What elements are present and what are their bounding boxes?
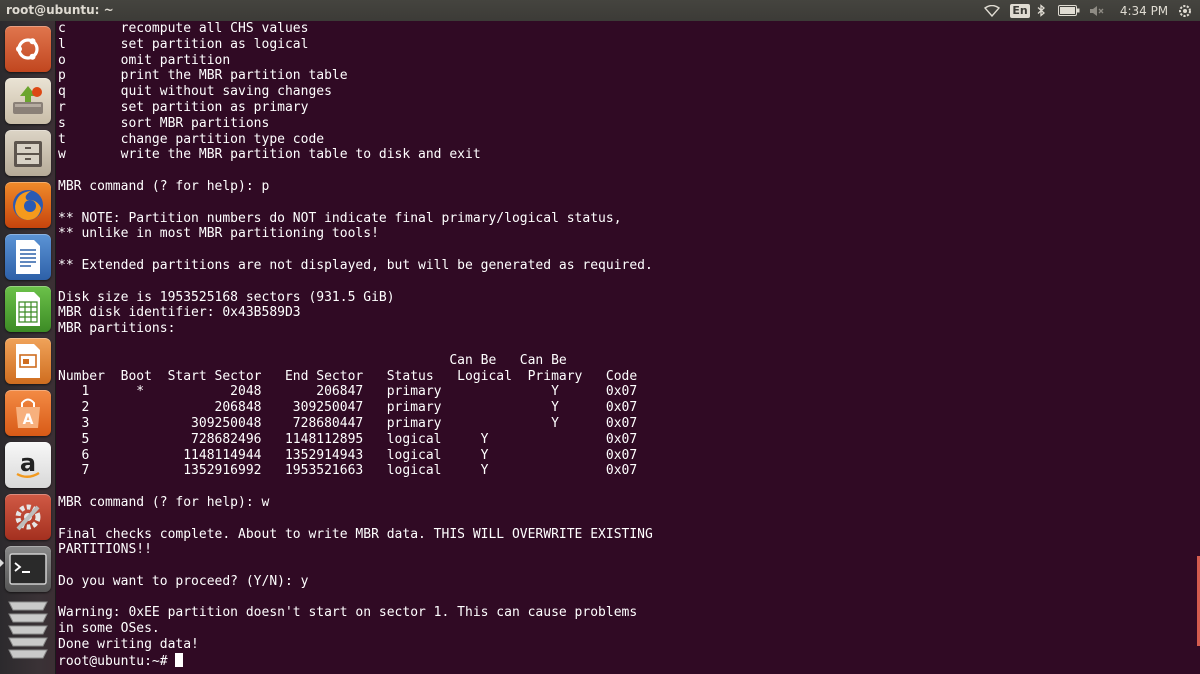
running-indicator [0, 559, 4, 567]
terminal-line: Final checks complete. About to write MB… [58, 526, 653, 542]
terminal-line: c recompute all CHS values [58, 21, 309, 36]
files-button[interactable] [5, 130, 51, 176]
workspace-switcher-button[interactable] [5, 598, 51, 660]
ubuntu-logo-icon [16, 38, 39, 60]
amazon-icon: a [16, 449, 40, 478]
top-panel: root@ubuntu: ~ En 4:34 PM [0, 0, 1200, 21]
terminal-line: t change partition type code [58, 131, 325, 147]
terminal-line: p print the MBR partition table [58, 68, 348, 84]
shopping-bag-icon: A [16, 398, 40, 428]
terminal-line: Do you want to proceed? (Y/N): y [58, 573, 309, 589]
terminal-line: in some OSes. [58, 621, 160, 637]
terminal-line: ** Extended partitions are not displayed… [58, 257, 653, 273]
terminal-prompt-line[interactable]: root@ubuntu:~# [58, 652, 1200, 669]
impress-presentation-icon [16, 344, 40, 378]
terminal-button[interactable] [5, 546, 51, 592]
window-title: root@ubuntu: ~ [6, 3, 114, 17]
terminal-line: ** unlike in most MBR partitioning tools… [58, 226, 379, 242]
terminal-line: w write the MBR partition table to disk … [58, 147, 481, 163]
terminal-line: Disk size is 1953525168 sectors (931.5 G… [58, 289, 395, 305]
terminal-line: Warning: 0xEE partition doesn't start on… [58, 605, 638, 621]
libreoffice-calc-button[interactable] [5, 286, 51, 332]
svg-text:a: a [20, 449, 36, 477]
shell-prompt: root@ubuntu:~# [58, 653, 176, 669]
clock[interactable]: 4:34 PM [1116, 0, 1172, 21]
terminal-line: 5 728682496 1148112895 logical Y 0x07 [58, 431, 638, 447]
terminal-line: 6 1148114944 1352914943 logical Y 0x07 [58, 447, 638, 463]
battery-icon[interactable] [1057, 0, 1081, 21]
libreoffice-writer-button[interactable] [5, 234, 51, 280]
terminal-line: PARTITIONS!! [58, 542, 152, 558]
terminal-line: MBR command (? for help): w [58, 494, 270, 510]
terminal-line: l set partition as logical [58, 36, 309, 52]
file-cabinet-icon [14, 141, 42, 167]
power-gear-icon[interactable] [1176, 0, 1194, 21]
terminal-line: Can Be Can Be [58, 352, 567, 368]
amazon-button[interactable]: a [5, 442, 51, 488]
bluetooth-icon[interactable] [1034, 0, 1048, 21]
terminal-line: 1 * 2048 206847 primary Y 0x07 [58, 384, 638, 400]
keyboard-layout-icon[interactable]: En [1010, 0, 1030, 21]
text-cursor [175, 652, 184, 667]
firefox-icon [13, 190, 43, 220]
wifi-icon[interactable] [982, 0, 1002, 21]
volume-muted-icon[interactable] [1088, 0, 1106, 21]
writer-document-icon [16, 240, 40, 274]
software-center-button[interactable]: A [5, 390, 51, 436]
settings-gear-wrench-icon [15, 504, 41, 531]
terminal-line: o omit partition [58, 52, 231, 68]
terminal-line: q quit without saving changes [58, 84, 332, 100]
terminal-line: MBR command (? for help): p [58, 178, 270, 194]
firefox-button[interactable] [5, 182, 51, 228]
launcher: A a [0, 21, 56, 674]
installer-button[interactable] [5, 78, 51, 124]
terminal-line: MBR partitions: [58, 321, 176, 337]
terminal-line: Done writing data! [58, 637, 199, 653]
calc-spreadsheet-icon [16, 292, 40, 326]
keyboard-layout-label: En [1010, 3, 1030, 18]
svg-text:A: A [23, 412, 34, 428]
system-settings-button[interactable] [5, 494, 51, 540]
terminal-line: 3 309250048 728680447 primary Y 0x07 [58, 415, 638, 431]
terminal-icon [9, 553, 47, 585]
terminal-window[interactable]: c recompute all CHS values l set partitio… [57, 21, 1200, 674]
terminal-line: r set partition as primary [58, 99, 309, 115]
terminal-line: ** NOTE: Partition numbers do NOT indica… [58, 210, 622, 226]
terminal-line: Number Boot Start Sector End Sector Stat… [58, 368, 638, 384]
terminal-line: MBR disk identifier: 0x43B589D3 [58, 305, 301, 321]
terminal-line: 2 206848 309250047 primary Y 0x07 [58, 400, 638, 416]
libreoffice-impress-button[interactable] [5, 338, 51, 384]
terminal-line: s sort MBR partitions [58, 115, 270, 131]
terminal-line: 7 1352916992 1953521663 logical Y 0x07 [58, 463, 638, 479]
dash-home-button[interactable] [5, 26, 51, 72]
install-ubuntu-icon [13, 86, 43, 114]
workspaces-icon [8, 601, 48, 659]
